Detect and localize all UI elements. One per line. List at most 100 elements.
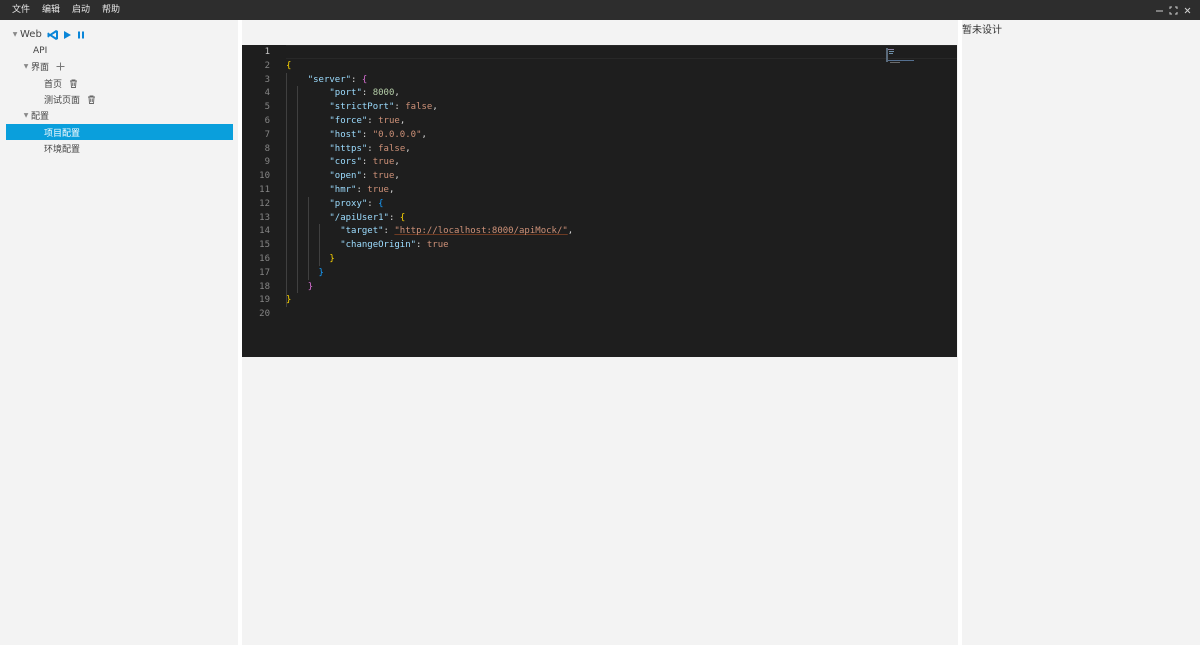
code-line[interactable]: 8 "https": false,	[242, 142, 957, 156]
code-token: :	[361, 157, 373, 168]
menu-file[interactable]: 文件	[12, 0, 30, 20]
code-line[interactable]: 14 "target": "http://localhost:8000/apiM…	[242, 224, 957, 238]
tree-node-config[interactable]: ▼ 配置	[21, 108, 52, 123]
line-number: 16	[259, 254, 270, 264]
code-line[interactable]: 15 "changeOrigin": true	[242, 238, 957, 252]
line-number: 17	[259, 267, 270, 278]
line-code: {	[286, 59, 291, 73]
tree-node-env-config[interactable]: 环境配置	[44, 141, 83, 156]
code-token: :	[416, 240, 427, 251]
tree-node-ui[interactable]: ▼ 界面	[21, 59, 66, 74]
menu-launch[interactable]: 启动	[72, 0, 90, 20]
line-number: 10	[259, 171, 270, 182]
code-line[interactable]: 20	[242, 307, 957, 321]
code-line[interactable]: 1	[242, 45, 957, 59]
code-line[interactable]: 7 "host": "0.0.0.0",	[242, 128, 957, 142]
code-token: "target"	[340, 226, 384, 237]
code-token: :	[388, 212, 400, 223]
code-token: ,	[432, 102, 438, 113]
code-token: true	[372, 157, 395, 168]
code-token: }	[329, 254, 335, 264]
code-token: {	[378, 198, 384, 209]
code-token: :	[367, 143, 379, 154]
code-line[interactable]: 10 "open": true,	[242, 169, 957, 183]
line-code: "hmr": true,	[286, 183, 394, 197]
tree-label-web: Web	[20, 29, 42, 40]
code-editor[interactable]: 1 2{3 "server": {4 "port": 8000, 5 "strict…	[242, 45, 957, 357]
code-token: "http://localhost:8000/apiMock/"	[394, 226, 568, 237]
tree-node-project-config[interactable]: 项目配置	[6, 124, 233, 140]
code-token: true	[367, 185, 389, 195]
code-token: {	[361, 74, 368, 85]
code-line[interactable]: 6 "force": true,	[242, 114, 957, 128]
code-line[interactable]: 3 "server": {	[242, 73, 957, 87]
tree-node-web[interactable]: ▼ Web	[10, 27, 87, 42]
line-code: "cors": true,	[286, 155, 399, 169]
code-token: "0.0.0.0"	[372, 129, 422, 140]
menu-help[interactable]: 帮助	[102, 0, 120, 20]
tree-node-page-test[interactable]: 测试页面	[44, 92, 97, 107]
tree-label-ui: 界面	[31, 63, 50, 73]
line-code: "target": "http://localhost:8000/apiMock…	[286, 224, 573, 238]
close-icon[interactable]	[1180, 0, 1194, 20]
trash-icon[interactable]	[85, 94, 97, 106]
line-code: "proxy": {	[286, 197, 384, 211]
code-line[interactable]: 18 }	[242, 280, 957, 294]
line-number: 15	[259, 240, 270, 251]
plus-icon[interactable]	[54, 61, 66, 73]
code-line[interactable]: 12 "proxy": {	[242, 197, 957, 211]
line-code: "server": {	[286, 73, 368, 87]
pause-icon[interactable]	[75, 29, 87, 41]
tree-node-page-home[interactable]: 首页	[44, 76, 79, 91]
trash-icon[interactable]	[67, 78, 79, 90]
expand-caret-icon[interactable]: ▼	[10, 31, 20, 38]
line-number: 3	[264, 74, 270, 85]
code-line[interactable]: 11 "hmr": true,	[242, 183, 957, 197]
expand-caret-icon[interactable]: ▼	[21, 112, 31, 119]
code-line[interactable]: 13 "/apiUser1": {	[242, 211, 957, 225]
tree-node-api[interactable]: API	[33, 43, 50, 58]
line-code: "open": true,	[286, 169, 399, 183]
code-line[interactable]: 19}	[242, 293, 957, 307]
code-token: ,	[567, 226, 574, 237]
code-token: ,	[388, 185, 395, 195]
code-line[interactable]: 9 "cors": true,	[242, 155, 957, 169]
line-code: }	[286, 280, 313, 294]
play-icon[interactable]	[61, 29, 73, 41]
code-line[interactable]: 17 }	[242, 266, 957, 280]
code-token: "force"	[329, 116, 368, 126]
expand-caret-icon[interactable]: ▼	[21, 63, 31, 70]
code-token: ,	[399, 116, 406, 126]
editor-area: 1 2{3 "server": {4 "port": 8000, 5 "strict…	[242, 20, 958, 645]
code-line[interactable]: 4 "port": 8000,	[242, 86, 957, 100]
line-number: 20	[259, 309, 270, 320]
menu-edit[interactable]: 编辑	[42, 0, 60, 20]
line-code: "force": true,	[286, 114, 405, 128]
minimap[interactable]	[884, 47, 916, 65]
code-line[interactable]: 5 "strictPort": false,	[242, 100, 957, 114]
code-token: false	[378, 143, 406, 154]
line-code: "changeOrigin": true	[286, 238, 448, 252]
code-token: "hmr"	[329, 185, 357, 195]
code-token: :	[361, 129, 373, 140]
minimize-icon[interactable]	[1152, 0, 1166, 20]
code-line[interactable]: 2{	[242, 59, 957, 73]
line-code: "https": false,	[286, 142, 410, 156]
line-number: 9	[264, 157, 270, 168]
code-token: false	[405, 102, 433, 113]
code-token: :	[383, 226, 395, 237]
code-token: ,	[421, 129, 427, 140]
line-code: "port": 8000,	[286, 86, 399, 100]
vscode-icon[interactable]	[47, 29, 59, 41]
maximize-icon[interactable]	[1166, 0, 1180, 20]
code-line[interactable]: 16 }	[242, 252, 957, 266]
code-token: "cors"	[329, 157, 362, 168]
line-number: 8	[264, 143, 270, 154]
code-token: "proxy"	[329, 198, 368, 209]
